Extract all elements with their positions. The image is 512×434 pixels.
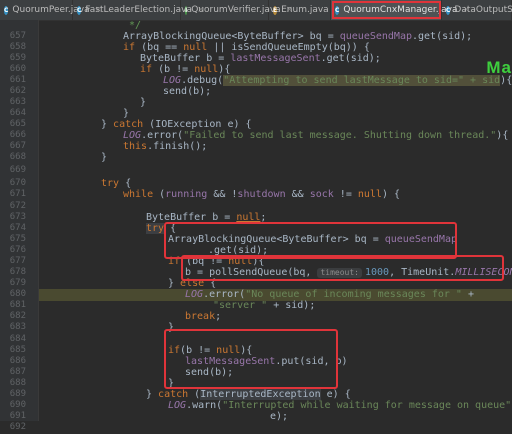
tab-enum[interactable]: EEnum.java× (269, 0, 341, 20)
tab-label: QuorumCnxManager.java (343, 5, 458, 15)
highlight-box-poll (181, 255, 504, 281)
tab-label: DataOutputStream (454, 5, 512, 15)
class-icon: C (446, 5, 451, 15)
line-number: 687 (9, 367, 26, 377)
line-number: 668 (9, 152, 26, 162)
line-number: 657 (9, 31, 26, 41)
line-number-gutter: 657 658 659 660 661 662 663 664 665 666 667 668 669 6… (0, 20, 39, 432)
code-line: LOG.warn("Interrupted while waiting for … (168, 400, 512, 411)
interface-icon: I (185, 5, 188, 15)
highlight-box-send (164, 329, 338, 389)
line-number: 677 (9, 256, 26, 266)
line-number: 686 (9, 356, 26, 366)
code-line: ArrayBlockingQueue<ByteBuffer> bq = queu… (123, 31, 473, 42)
code-line: } (101, 152, 108, 163)
tab-label: Enum.java (281, 5, 329, 15)
line-number: 690 (9, 400, 26, 410)
line-number: 679 (9, 278, 26, 288)
code-line: LOG.debug("Attempting to send lastMessag… (163, 75, 512, 86)
line-number: 688 (9, 378, 26, 388)
line-number: 661 (9, 75, 26, 85)
code-line: "server " + sid); (213, 300, 316, 311)
tab-label: QuorumVerifier.java (191, 5, 281, 15)
class-icon: C (335, 5, 340, 15)
line-number: 666 (9, 130, 26, 140)
line-number: 678 (9, 267, 26, 277)
code-editor[interactable]: */ ArrayBlockingQueue<ByteBuffer> bq = q… (39, 20, 512, 421)
tab-label: FastLeaderElection.java (85, 5, 192, 15)
tab-quorumverifier[interactable]: I QuorumVerifier.java × (181, 0, 293, 20)
line-number: 671 (9, 189, 26, 199)
code-line: } (140, 97, 147, 108)
highlight-box-queue (164, 222, 457, 259)
code-line: LOG.error("No queue of incoming messages… (185, 289, 475, 300)
line-number: 667 (9, 141, 26, 151)
code-line: if (bq == null || isSendQueueEmpty(bq)) … (123, 42, 370, 53)
tab-quorumpeer[interactable]: C QuorumPeer.java × (0, 0, 102, 20)
code-line: if (b != null){ (140, 64, 231, 75)
line-number: 672 (9, 201, 26, 211)
code-line: break; (185, 311, 222, 322)
line-number: 664 (9, 108, 26, 118)
line-number: 665 (9, 119, 26, 129)
line-number: 660 (9, 64, 26, 74)
line-number: 674 (9, 223, 26, 233)
line-number: 675 (9, 234, 26, 244)
line-number: 685 (9, 345, 26, 355)
line-number: 689 (9, 389, 26, 399)
class-icon: C (77, 5, 82, 15)
code-line: while (running && !shutdown && sock != n… (123, 189, 401, 200)
code-line: } (123, 108, 130, 119)
line-number: 692 (9, 422, 26, 432)
code-line: LOG.error("Failed to send last message. … (123, 130, 509, 141)
line-number: 680 (9, 289, 26, 299)
line-number: 663 (9, 97, 26, 107)
line-number: 676 (9, 245, 26, 255)
tab-dataoutputstream[interactable]: CDataOutputStream (442, 0, 512, 20)
line-number: 670 (9, 178, 26, 188)
line-number: 684 (9, 334, 26, 344)
overlay-text: Ma (486, 58, 512, 77)
line-number: 659 (9, 53, 26, 63)
code-line: try { (101, 178, 132, 189)
code-line: e); (270, 411, 289, 421)
code-line: this.finish(); (123, 141, 208, 152)
line-number: 673 (9, 212, 26, 222)
class-icon: C (4, 5, 9, 15)
editor-tab-bar: C QuorumPeer.java × C FastLeaderElection.jav… (0, 0, 512, 21)
line-number: 658 (9, 42, 26, 52)
line-number: 669 (9, 165, 26, 175)
code-line: send(b); (163, 86, 212, 97)
tab-quorumcnxmanager[interactable]: C QuorumCnxManager.java × (331, 0, 470, 20)
line-number: 682 (9, 311, 26, 321)
code-line: */ (129, 20, 142, 31)
tab-fastleaderelection[interactable]: C FastLeaderElection.java × (73, 0, 205, 20)
code-line: } catch (IOException e) { (101, 119, 252, 130)
line-number: 681 (9, 300, 26, 310)
enum-icon: E (273, 5, 278, 15)
code-line: ByteBuffer b = lastMessageSent.get(sid); (140, 53, 381, 64)
line-number: 683 (9, 322, 26, 332)
line-number: 662 (9, 86, 26, 96)
code-line: } catch (InterruptedException e) { (146, 389, 351, 400)
